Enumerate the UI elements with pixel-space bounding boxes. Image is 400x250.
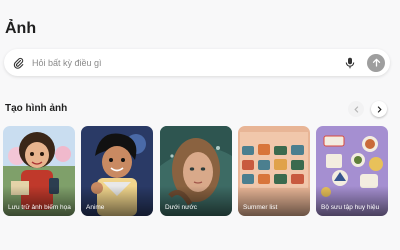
card-label: Anime <box>86 204 105 211</box>
microphone-icon[interactable] <box>343 56 357 70</box>
section-title: Tạo hình ảnh <box>5 103 68 114</box>
arrow-up-icon <box>372 58 380 67</box>
style-card-caricature[interactable]: Lưu trữ ảnh biếm họa <box>3 126 75 216</box>
image-style-carousel: Lưu trữ ảnh biếm họa Anime Dưới nước Sum… <box>3 126 400 218</box>
carousel-prev-button[interactable] <box>348 101 364 117</box>
style-card-underwater[interactable]: Dưới nước <box>160 126 232 216</box>
chevron-left-icon <box>353 105 358 113</box>
carousel-next-button[interactable] <box>371 101 387 117</box>
paperclip-icon[interactable] <box>12 57 24 69</box>
style-card-summer-list[interactable]: Summer list <box>238 126 310 216</box>
style-card-badge-collection[interactable]: Bộ sưu tập huy hiệu <box>316 126 388 216</box>
send-button[interactable] <box>367 53 385 72</box>
page-title: Ảnh <box>5 20 37 37</box>
card-label: Lưu trữ ảnh biếm họa <box>8 204 71 211</box>
search-bar <box>4 49 390 76</box>
card-label: Dưới nước <box>165 204 198 211</box>
style-card-anime[interactable]: Anime <box>81 126 153 216</box>
card-label: Summer list <box>243 204 278 211</box>
chevron-right-icon <box>377 105 382 113</box>
search-input[interactable] <box>32 52 343 73</box>
card-label: Bộ sưu tập huy hiệu <box>321 204 380 211</box>
